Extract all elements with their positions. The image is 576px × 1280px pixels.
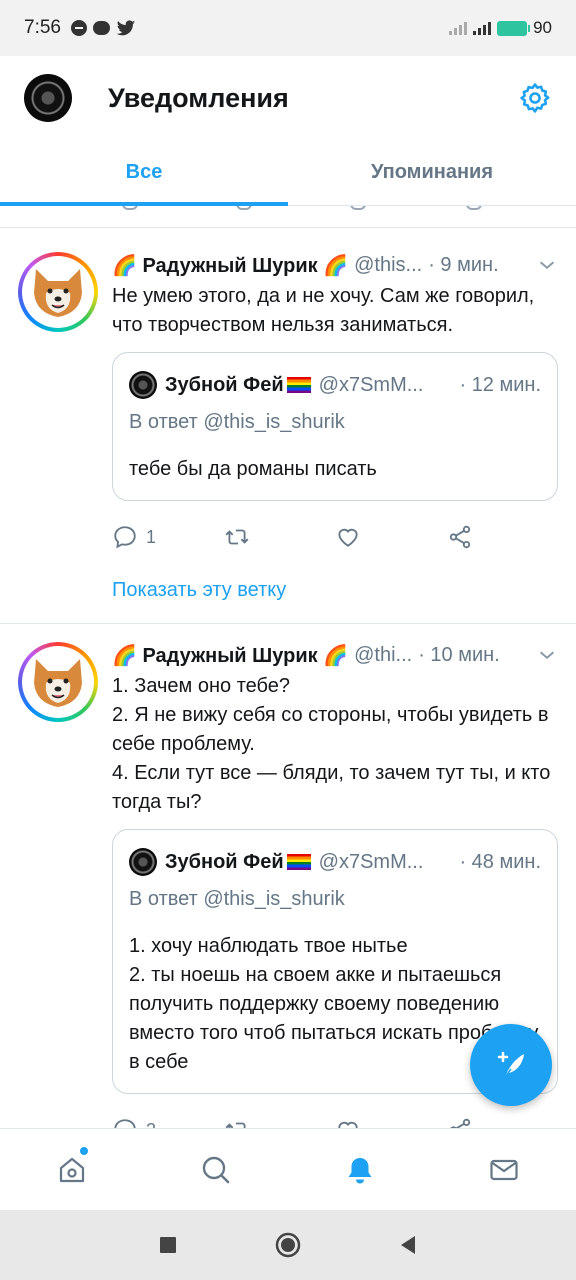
- status-bar: 7:56 90: [0, 0, 576, 56]
- quoted-tweet-time: · 48 мин.: [459, 850, 541, 873]
- share-icon: [449, 1118, 470, 1128]
- retweet-icon: [225, 1122, 246, 1128]
- quoted-avatar: [129, 371, 157, 399]
- retweet-button[interactable]: [224, 524, 336, 550]
- compose-button[interactable]: [470, 1024, 552, 1106]
- quoted-author-handle: @x7SmM...: [318, 373, 424, 396]
- tweet-header: 🌈 Радужный Шурик 🌈 @thi... · 10 мин.: [112, 640, 558, 670]
- author-name[interactable]: 🌈 Радужный Шурик 🌈: [112, 253, 348, 278]
- tweet-actions: 1: [112, 507, 558, 567]
- mail-icon: [490, 1159, 518, 1180]
- status-notification-icons: [70, 19, 136, 37]
- recents-button[interactable]: [108, 1235, 228, 1255]
- tweet[interactable]: 🌈 Радужный Шурик 🌈 @this... · 9 мин. Не …: [0, 234, 576, 624]
- previous-tweet-actions-partial: [0, 206, 576, 228]
- quoted-tweet-time: · 12 мин.: [459, 373, 541, 396]
- status-time: 7:56: [24, 17, 61, 38]
- tab-mentions[interactable]: Упоминания: [288, 140, 576, 205]
- share-button[interactable]: [447, 1117, 559, 1128]
- dnd-icon: [70, 20, 87, 36]
- retweet-button[interactable]: [224, 1117, 336, 1128]
- chevron-down-icon[interactable]: [536, 254, 558, 276]
- quoted-avatar: [129, 848, 157, 876]
- home-new-indicator: [80, 1147, 88, 1155]
- notification-feed[interactable]: 🌈 Радужный Шурик 🌈 @this... · 9 мин. Не …: [0, 206, 576, 1128]
- tweet-text: Не умею этого, да и не хочу. Сам же гово…: [112, 285, 535, 336]
- bottom-navigation: [0, 1128, 576, 1210]
- reply-button[interactable]: 1: [112, 524, 224, 550]
- quoted-tweet-header: Зубной Фей @x7SmM... · 12 мин.: [129, 367, 541, 403]
- home-icon: [59, 1157, 85, 1182]
- share-icon: [449, 525, 470, 549]
- page-title: Уведомления: [108, 82, 289, 113]
- tweet-time: · 9 мин.: [428, 253, 499, 276]
- shiba-avatar-image: [34, 659, 82, 707]
- nav-home[interactable]: [0, 1129, 144, 1210]
- nav-messages[interactable]: [432, 1129, 576, 1210]
- quoted-text-line: 1. хочу наблюдать твое нытье: [129, 935, 408, 957]
- signal-icon-2: [473, 21, 492, 35]
- signal-icon-1: [449, 21, 468, 35]
- app-header: Уведомления: [0, 56, 576, 140]
- gear-icon[interactable]: [518, 81, 552, 115]
- quoted-author-name: Зубной Фей: [165, 850, 284, 873]
- show-thread-link[interactable]: Показать эту ветку: [112, 567, 558, 623]
- tweet-text-line: 1. Зачем оно тебе?: [112, 675, 291, 697]
- reply-to-label: В ответ @this_is_shurik: [129, 411, 345, 433]
- tweet-actions: 2: [112, 1100, 558, 1128]
- like-icon: [338, 1121, 358, 1128]
- search-icon: [202, 1156, 230, 1183]
- chevron-down-icon[interactable]: [536, 644, 558, 666]
- reply-icon: [114, 1119, 136, 1128]
- rainbow-flag-icon: [286, 854, 311, 870]
- tweet-text-line: 4. Если тут все — бляди, то зачем тут ты…: [112, 762, 551, 813]
- twitter-bird-icon: [116, 19, 136, 35]
- battery-level: 90: [533, 18, 552, 37]
- chat-icon: [92, 21, 110, 35]
- reply-button[interactable]: 2: [112, 1117, 224, 1128]
- reply-to-label: В ответ @this_is_shurik: [129, 888, 345, 910]
- tweet-text-line: 2. Я не вижу себя со стороны, чтобы увид…: [112, 704, 549, 755]
- avatar[interactable]: [18, 642, 98, 722]
- nav-notifications[interactable]: [288, 1129, 432, 1210]
- system-navigation-bar: [0, 1210, 576, 1280]
- shiba-avatar-image: [34, 269, 82, 317]
- author-name[interactable]: 🌈 Радужный Шурик 🌈: [112, 643, 348, 668]
- tweet-time: · 10 мин.: [418, 643, 500, 666]
- reply-count: 1: [146, 526, 157, 547]
- share-button[interactable]: [447, 524, 559, 550]
- profile-avatar[interactable]: [24, 74, 72, 122]
- quoted-tweet-text: тебе бы да романы писать: [129, 458, 377, 480]
- avatar[interactable]: [18, 252, 98, 332]
- quoted-author-handle: @x7SmM...: [318, 850, 424, 873]
- tweet-header: 🌈 Радужный Шурик 🌈 @this... · 9 мин.: [112, 250, 558, 280]
- like-button[interactable]: [335, 1117, 447, 1128]
- reply-icon: [114, 526, 136, 549]
- author-handle: @this...: [354, 253, 423, 276]
- quoted-tweet[interactable]: Зубной Фей @x7SmM... · 12 мин. В ответ @…: [112, 352, 558, 501]
- bell-icon: [348, 1157, 372, 1183]
- reply-count: 2: [146, 1120, 156, 1129]
- rainbow-flag-icon: [286, 377, 311, 393]
- circle-icon: [275, 1232, 301, 1258]
- square-icon: [160, 1237, 176, 1253]
- tweet-text: 1. Зачем оно тебе? 2. Я не вижу себя со …: [112, 672, 558, 817]
- notification-tabs: Все Упоминания: [0, 140, 576, 206]
- nav-search[interactable]: [144, 1129, 288, 1210]
- back-button[interactable]: [348, 1234, 468, 1256]
- author-handle: @thi...: [354, 643, 413, 666]
- back-triangle-icon: [401, 1236, 415, 1254]
- quoted-tweet-header: Зубной Фей @x7SmM... · 48 мин.: [129, 844, 541, 880]
- tab-all[interactable]: Все: [0, 140, 288, 206]
- battery-icon: [497, 20, 531, 36]
- like-button[interactable]: [335, 524, 447, 550]
- status-system-icons: 90: [449, 18, 552, 38]
- compose-icon: [497, 1051, 524, 1078]
- home-system-button[interactable]: [228, 1231, 348, 1259]
- quoted-author-name: Зубной Фей: [165, 373, 284, 396]
- like-icon: [338, 528, 358, 547]
- retweet-icon: [225, 529, 248, 545]
